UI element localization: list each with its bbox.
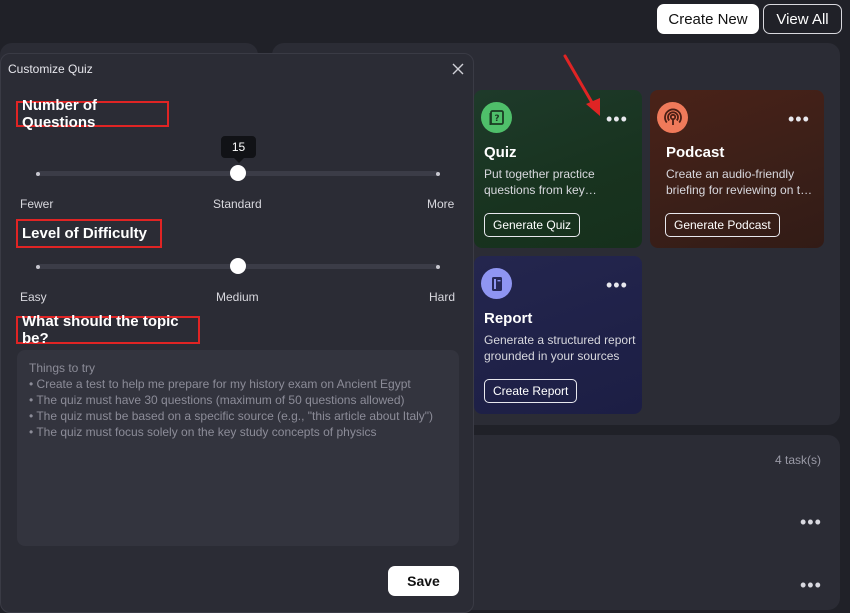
close-icon[interactable]: [451, 62, 465, 76]
quiz-card-title: Quiz: [484, 144, 517, 161]
podcast-card-title: Podcast: [666, 144, 725, 161]
num-questions-slider-thumb[interactable]: [230, 165, 246, 181]
tasks-count: 4 task(s): [775, 453, 822, 467]
generate-quiz-button[interactable]: Generate Quiz: [484, 213, 581, 237]
annotation-arrow-icon: [563, 54, 600, 116]
slider-min-dot: [36, 264, 40, 269]
scale-min-label: Easy: [20, 290, 47, 304]
slider-max-dot: [436, 171, 440, 176]
report-card[interactable]: ••• Report Generate a structured report …: [474, 256, 642, 414]
generate-podcast-button[interactable]: Generate Podcast: [665, 213, 780, 237]
scale-max-label: More: [427, 197, 455, 211]
podcast-icon: [657, 102, 688, 133]
task-row-more-icon[interactable]: •••: [800, 513, 822, 531]
difficulty-label: Level of Difficulty: [16, 219, 162, 248]
quiz-card-description: Put together practice questions from key…: [484, 167, 595, 197]
placeholder-line: • Create a test to help me prepare for m…: [29, 377, 411, 391]
task-row-more-icon[interactable]: •••: [800, 576, 822, 594]
podcast-card[interactable]: ••• Podcast Create an audio-friendly bri…: [650, 90, 824, 248]
svg-text:?: ?: [494, 114, 499, 124]
scale-mid-label: Medium: [216, 290, 259, 304]
slider-max-dot: [436, 264, 440, 269]
report-more-icon[interactable]: •••: [606, 276, 628, 294]
quiz-icon: ?: [481, 102, 512, 133]
placeholder-line: • The quiz must have 30 questions (maxim…: [29, 393, 405, 407]
num-questions-value-tooltip: 15: [221, 136, 256, 163]
quiz-more-icon[interactable]: •••: [606, 110, 628, 128]
customize-quiz-dialog: Customize Quiz Number of Questions 15 Fe…: [0, 53, 474, 613]
slider-min-dot: [36, 171, 40, 176]
view-all-button[interactable]: View All: [763, 4, 842, 34]
scale-max-label: Hard: [429, 290, 456, 304]
scale-min-label: Fewer: [20, 197, 54, 211]
num-questions-label: Number of Questions: [16, 97, 169, 131]
topic-label: What should the topic be?: [16, 313, 200, 347]
difficulty-slider-thumb[interactable]: [230, 258, 246, 274]
podcast-card-description: Create an audio-friendly briefing for re…: [666, 167, 814, 197]
dialog-title: Customize Quiz: [8, 62, 93, 76]
create-new-button[interactable]: Create New: [657, 4, 759, 34]
placeholder-line: • The quiz must be based on a specific s…: [29, 409, 434, 423]
report-icon: [481, 268, 512, 299]
report-card-description: Generate a structured report grounded in…: [484, 333, 636, 363]
placeholder-line: • The quiz must focus solely on the key …: [29, 425, 377, 439]
topic-input[interactable]: Things to try • Create a test to help me…: [17, 350, 459, 546]
report-card-title: Report: [484, 310, 533, 327]
placeholder-line: Things to try: [29, 361, 96, 375]
scale-mid-label: Standard: [213, 197, 262, 211]
save-button[interactable]: Save: [388, 566, 459, 596]
create-report-button[interactable]: Create Report: [484, 379, 578, 403]
podcast-more-icon[interactable]: •••: [788, 110, 810, 128]
